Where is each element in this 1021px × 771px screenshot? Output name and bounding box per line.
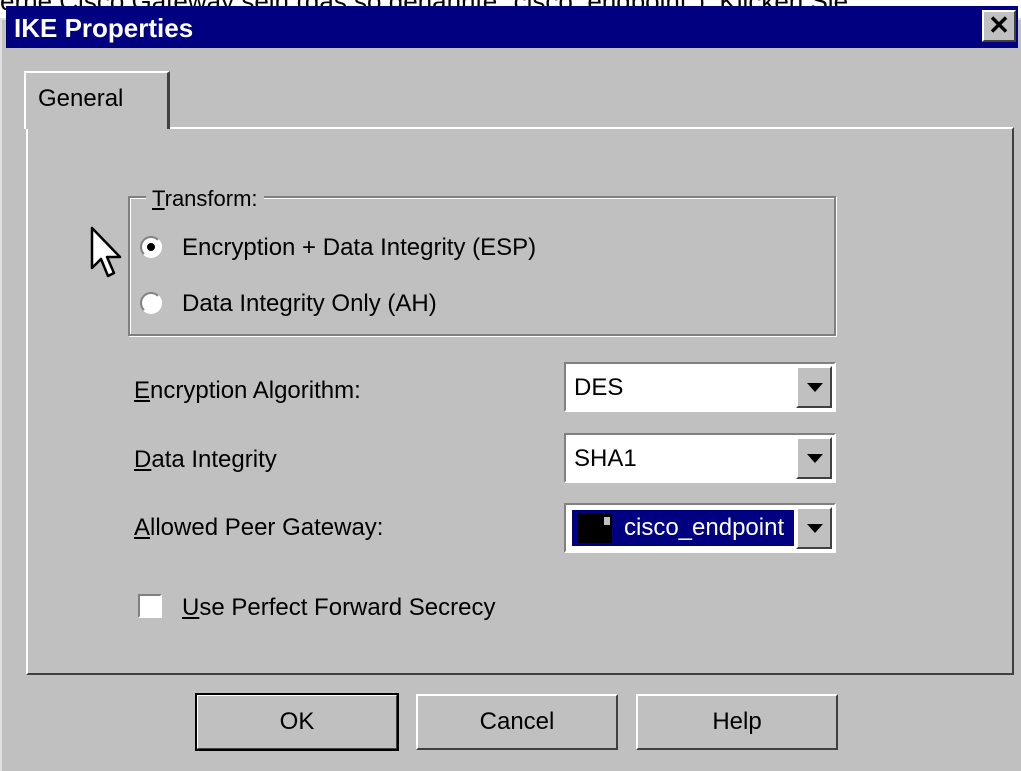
tab-general[interactable]: General — [24, 71, 170, 129]
chevron-down-icon[interactable] — [796, 437, 832, 479]
encryption-algorithm-value: DES — [574, 374, 624, 401]
chevron-down-icon[interactable] — [796, 507, 832, 549]
data-integrity-select[interactable]: SHA1 — [564, 433, 836, 483]
pfs-label-rest: se Perfect Forward Secrecy — [199, 594, 496, 621]
allowed-peer-gateway-label-rest: llowed Peer Gateway: — [150, 514, 384, 541]
transform-legend-rest: ransform: — [164, 186, 258, 211]
radio-esp[interactable] — [140, 236, 162, 258]
ok-button[interactable]: OK — [195, 693, 399, 751]
radio-ah-label[interactable]: Data Integrity Only (AH) — [182, 290, 437, 318]
pfs-checkbox[interactable] — [138, 594, 162, 618]
help-button[interactable]: Help — [636, 694, 838, 750]
title-bar: IKE Properties ✕ — [6, 6, 1018, 48]
close-button[interactable]: ✕ — [982, 10, 1016, 42]
data-integrity-label: Data Integrity — [134, 446, 277, 474]
encryption-algorithm-label-rest: ncryption Algorithm: — [150, 377, 361, 404]
gateway-icon — [578, 513, 612, 543]
allowed-peer-gateway-value: cisco_endpoint — [624, 514, 785, 541]
close-icon: ✕ — [988, 10, 1010, 40]
allowed-peer-gateway-label: Allowed Peer Gateway: — [134, 514, 383, 542]
radio-esp-label[interactable]: Encryption + Data Integrity (ESP) — [182, 234, 536, 262]
selected-value-highlight: cisco_endpoint — [572, 510, 794, 546]
data-integrity-mnemonic: D — [134, 446, 152, 473]
encryption-algorithm-label: Encryption Algorithm: — [134, 377, 361, 405]
chevron-down-icon[interactable] — [796, 366, 832, 408]
radio-ah[interactable] — [140, 292, 162, 314]
radio-esp-dot — [147, 243, 155, 251]
data-integrity-label-rest: ata Integrity — [151, 446, 277, 473]
data-integrity-value: SHA1 — [574, 445, 637, 472]
encryption-algorithm-mnemonic: E — [134, 377, 151, 404]
allowed-peer-gateway-select[interactable]: cisco_endpoint — [564, 503, 836, 553]
pfs-label[interactable]: Use Perfect Forward Secrecy — [182, 594, 495, 622]
mouse-cursor-icon — [90, 226, 122, 278]
cancel-button[interactable]: Cancel — [416, 694, 618, 750]
encryption-algorithm-select[interactable]: DES — [564, 362, 836, 412]
pfs-mnemonic: U — [182, 594, 200, 621]
transform-legend-mnemonic: T — [152, 186, 165, 211]
allowed-peer-gateway-mnemonic: A — [134, 514, 151, 541]
transform-legend: Transform: — [146, 186, 264, 212]
dialog-title: IKE Properties — [14, 13, 194, 43]
tab-general-label: General — [38, 85, 124, 112]
